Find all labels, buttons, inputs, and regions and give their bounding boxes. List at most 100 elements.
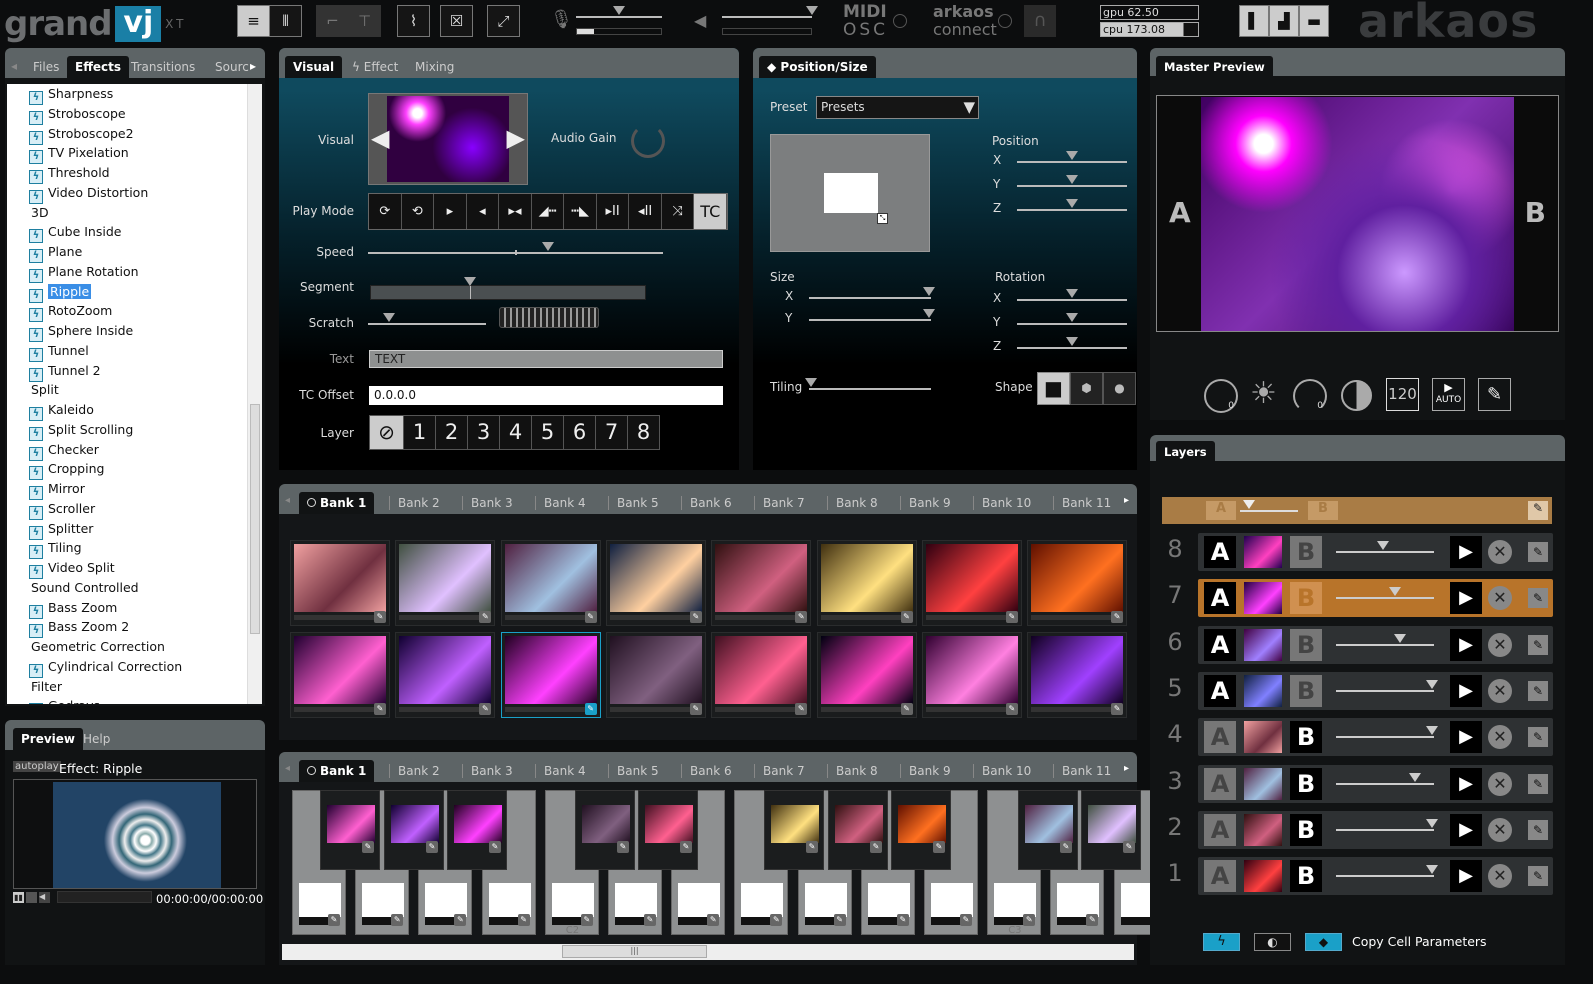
effect-item[interactable]: ϟ Godrays <box>7 696 262 704</box>
black-key[interactable]: ✎ <box>320 790 380 870</box>
tab-scroll-left[interactable]: ◂ <box>11 59 17 73</box>
effect-item[interactable]: ϟ Tiling <box>7 538 262 560</box>
layer-opacity-slider[interactable] <box>1336 865 1439 878</box>
clip-cell[interactable]: ✎ <box>290 632 390 718</box>
play-icon[interactable]: ▶ <box>1450 767 1482 800</box>
edit-pencil-icon[interactable]: ✎ <box>517 914 530 926</box>
layer-b-button[interactable]: B <box>1290 628 1322 661</box>
size-x-slider[interactable] <box>809 287 935 299</box>
random-icon[interactable]: ⤨ <box>661 194 695 229</box>
bank-tab-2[interactable]: Bank 2 <box>389 496 448 510</box>
edit-pencil-icon[interactable]: ✎ <box>1123 841 1135 853</box>
effect-item[interactable]: ϟ Plane <box>7 242 262 263</box>
slider-knob[interactable] <box>1066 313 1078 322</box>
edit-pencil-icon[interactable]: ✎ <box>833 914 846 926</box>
ramp-in-icon[interactable]: ◢┅ <box>531 194 565 229</box>
bank-scroll-right[interactable]: ▸ <box>1124 763 1129 774</box>
slider-knob[interactable] <box>1426 818 1439 828</box>
rotation-z-slider[interactable] <box>1017 337 1127 349</box>
layout-columns-button[interactable]: ⦀ <box>269 5 302 37</box>
close-x-icon[interactable]: ✕ <box>1488 540 1512 564</box>
volume-slider[interactable] <box>722 6 818 18</box>
edit-pencil-icon[interactable]: ✎ <box>1023 914 1036 926</box>
bank-tab-9[interactable]: Bank 9 <box>900 496 959 510</box>
black-key[interactable]: ✎ <box>828 790 888 870</box>
bank-tab-10[interactable]: Bank 10 <box>973 764 1039 778</box>
layer-b-button[interactable]: B <box>1290 721 1322 754</box>
edit-pencil-icon[interactable]: ✎ <box>454 914 467 926</box>
black-key[interactable]: ✎ <box>384 790 444 870</box>
tiling-slider[interactable] <box>805 378 931 390</box>
layer-button-4[interactable]: 4 <box>499 416 531 449</box>
ramp-out-icon[interactable]: ┅◣ <box>564 194 597 229</box>
layer-a-button[interactable]: A <box>1204 721 1236 754</box>
slider-knob[interactable] <box>1066 151 1078 160</box>
scroll-thumb[interactable] <box>250 404 260 634</box>
layer-row[interactable]: A B ▶ ✕ ✎ <box>1198 625 1553 664</box>
size-y-slider[interactable] <box>809 309 935 321</box>
black-key[interactable]: ✎ <box>1081 790 1141 870</box>
effect-item[interactable]: ϟ Sphere Inside <box>7 321 262 342</box>
no-layer-icon[interactable]: ⊘ <box>370 416 403 449</box>
slider-knob[interactable] <box>1426 865 1439 875</box>
effect-category[interactable]: Split <box>7 380 262 400</box>
text-input[interactable]: TEXT <box>369 350 723 368</box>
bank-tab-6[interactable]: Bank 6 <box>681 496 740 510</box>
effect-item[interactable]: ϟ TV Pixelation <box>7 143 262 165</box>
bank-tab-8[interactable]: Bank 8 <box>827 496 886 510</box>
preview-progress[interactable] <box>57 891 152 903</box>
effect-item[interactable]: ϟ Bass Zoom <box>7 598 262 619</box>
blend-toggle-button[interactable]: ◐ <box>1254 933 1291 951</box>
edit-pencil-icon[interactable]: ✎ <box>1060 841 1072 853</box>
bank-tab-8[interactable]: Bank 8 <box>827 764 886 778</box>
scratch-slider[interactable] <box>368 313 486 325</box>
bank-tab-11[interactable]: Bank 11 <box>1053 764 1119 778</box>
layout-split-button[interactable]: ▬ <box>1299 5 1329 37</box>
speaker-mute-icon[interactable]: ◀ <box>39 892 50 903</box>
effects-scrollbar[interactable] <box>247 84 262 704</box>
play-icon[interactable]: ▶ <box>1450 582 1482 615</box>
shape-sphere-button[interactable]: ● <box>1103 372 1136 405</box>
visual-thumbnail[interactable]: ◀ ▶ <box>368 93 528 185</box>
layout-list-button[interactable]: ≡ <box>237 5 270 37</box>
layer-button-5[interactable]: 5 <box>531 416 563 449</box>
shape-square-button[interactable]: ■ <box>1037 372 1070 405</box>
bank-tab-10[interactable]: Bank 10 <box>973 496 1039 510</box>
effect-item[interactable]: ϟ Cube Inside <box>7 222 262 244</box>
preset-dropdown[interactable]: Presets ▼ <box>816 96 979 119</box>
layer-button-6[interactable]: 6 <box>563 416 595 449</box>
keyboard-scrollbar[interactable]: ||| <box>282 944 1134 960</box>
crossfader-slider[interactable] <box>1240 500 1298 512</box>
bank-tab-3[interactable]: Bank 3 <box>462 496 521 510</box>
bank-tab-11[interactable]: Bank 11 <box>1053 496 1119 510</box>
black-key[interactable]: ✎ <box>1018 790 1078 870</box>
edit-pencil-icon[interactable]: ✎ <box>1005 611 1018 623</box>
bank-tab-2[interactable]: Bank 2 <box>389 764 448 778</box>
bank-tab-7[interactable]: Bank 7 <box>754 496 813 510</box>
loop-back-icon[interactable]: ⟲ <box>401 194 435 229</box>
edit-pencil-icon[interactable]: ✎ <box>1528 727 1548 748</box>
layer-opacity-slider[interactable] <box>1336 726 1439 739</box>
effect-item[interactable]: ϟ Video Split <box>7 558 262 579</box>
slider-knob[interactable] <box>922 287 935 296</box>
next-visual-arrow[interactable]: ▶ <box>507 124 525 152</box>
edit-pencil-icon[interactable]: ✎ <box>1005 703 1018 715</box>
effect-item[interactable]: ϟ Tunnel 2 <box>7 361 262 382</box>
layer-a-button[interactable]: A <box>1204 536 1236 568</box>
clip-cell[interactable]: ✎ <box>500 632 601 718</box>
edit-pencil-icon[interactable]: ✎ <box>374 703 386 715</box>
bank-tab-4[interactable]: Bank 4 <box>535 764 594 778</box>
crossfader-a[interactable]: A <box>1206 501 1236 520</box>
layer-a-button[interactable]: A <box>1204 582 1236 615</box>
clip-cell[interactable]: ✎ <box>921 540 1022 626</box>
speed-slider[interactable] <box>368 242 663 255</box>
edit-pencil-icon[interactable]: ✎ <box>374 611 386 623</box>
pause-button[interactable]: ▮▮ <box>13 892 24 903</box>
close-x-icon[interactable]: ✕ <box>1488 678 1512 703</box>
layer-row[interactable]: A B ▶ ✕ ✎ <box>1198 718 1553 757</box>
layer-a-button[interactable]: A <box>1204 767 1236 800</box>
layer-a-button[interactable]: A <box>1204 628 1236 661</box>
bank-scroll-right[interactable]: ▸ <box>1124 495 1129 506</box>
close-x-icon[interactable]: ✕ <box>1488 632 1512 657</box>
reverse-icon[interactable]: ◂ <box>466 194 500 229</box>
